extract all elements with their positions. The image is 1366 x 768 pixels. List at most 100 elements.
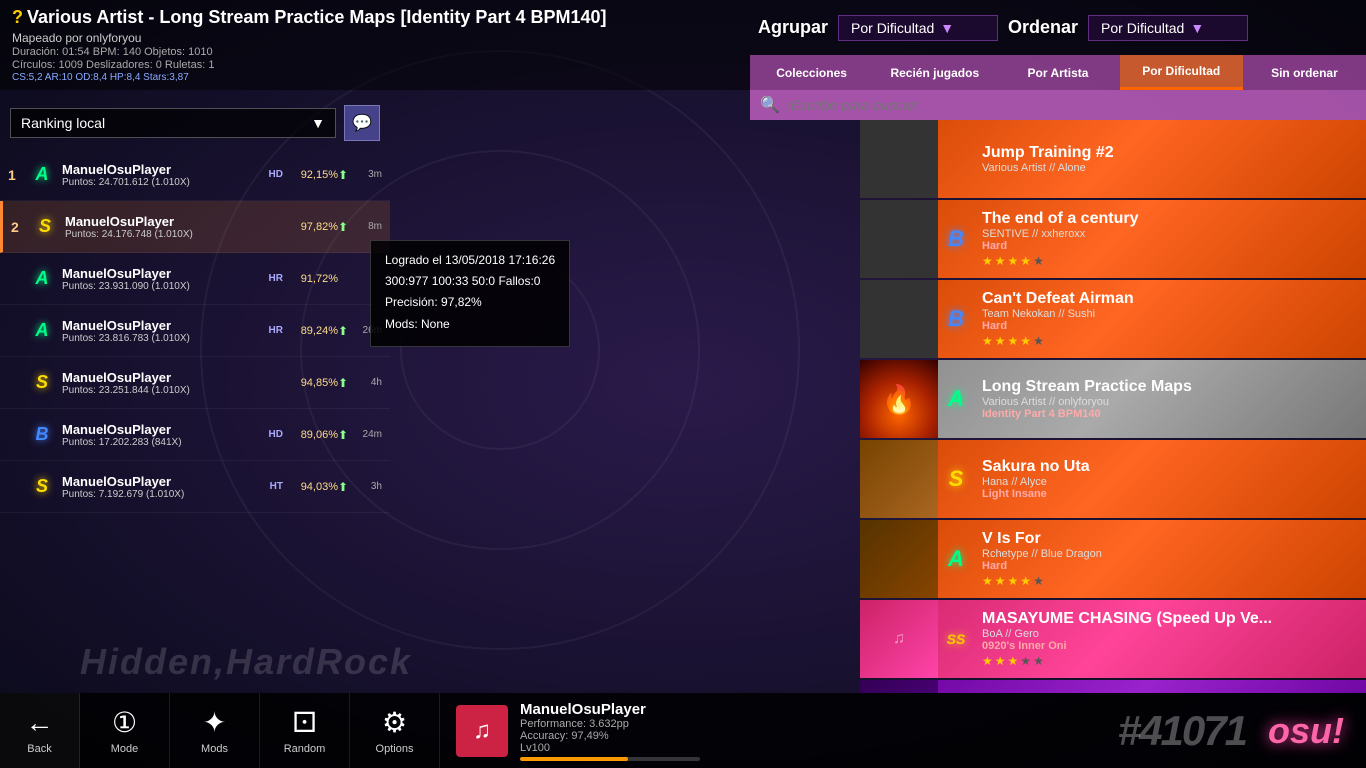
song-info: V Is For Rchetype // Blue Dragon Hard ★ …: [938, 526, 1366, 592]
lb-grade: A: [28, 164, 56, 185]
lb-time: 24m: [354, 429, 382, 440]
mode-button[interactable]: ① Mode: [80, 693, 170, 768]
list-item-active[interactable]: 🔥 A Long Stream Practice Maps Various Ar…: [860, 360, 1366, 438]
lb-acc: 91,72%: [283, 273, 338, 285]
song-artist: SENTIVE // xxheroxx: [982, 228, 1358, 240]
lb-score: Puntos: 24.176.748 (1.010X): [65, 229, 237, 240]
options-icon: ⚙: [382, 706, 407, 739]
lb-info: ManuelOsuPlayer Puntos: 24.176.748 (1.01…: [59, 214, 243, 240]
star-rating: ★ ★ ★ ★ ★: [982, 654, 1358, 668]
song-artist: Rchetype // Blue Dragon: [982, 548, 1358, 560]
lb-player: ManuelOsuPlayer: [62, 266, 237, 281]
mods-label: Mods: [201, 743, 228, 755]
song-list: Jump Training #2 Various Artist // Alone…: [860, 120, 1366, 693]
list-item[interactable]: ♫ SS MASAYUME CHASING (Speed Up Ve... Bo…: [860, 600, 1366, 678]
song-thumbnail: 📊: [860, 680, 938, 693]
list-item[interactable]: B The end of a century SENTIVE // xxhero…: [860, 200, 1366, 278]
song-diff: Identity Part 4 BPM140: [982, 408, 1358, 420]
search-input[interactable]: [786, 97, 1356, 113]
list-item[interactable]: 📊 Kick Me Sleeping With Sirens //: [860, 680, 1366, 693]
performance-stat: Performance: 3.632pp: [520, 718, 1102, 730]
lb-score: Puntos: 23.931.090 (1.010X): [62, 281, 237, 292]
question-mark: ?: [12, 7, 23, 27]
options-button[interactable]: ⚙ Options: [350, 693, 440, 768]
leaderboard-entry-active[interactable]: 2 S ManuelOsuPlayer Puntos: 24.176.748 (…: [0, 201, 390, 253]
lb-grade: B: [28, 424, 56, 445]
ranking-header: Ranking local ▼ 💬: [0, 100, 390, 145]
rank-badge: B: [938, 301, 974, 337]
back-label: Back: [27, 743, 51, 755]
back-button[interactable]: ← Back: [0, 693, 80, 768]
lb-mods: HD: [243, 429, 283, 440]
leaderboard-entry[interactable]: S ManuelOsuPlayer Puntos: 23.251.844 (1.…: [0, 357, 390, 409]
tab-recien-jugados[interactable]: Recién jugados: [873, 55, 996, 90]
player-info: ManuelOsuPlayer Performance: 3.632pp Acc…: [520, 701, 1102, 761]
leaderboard: 1 A ManuelOsuPlayer Puntos: 24.701.612 (…: [0, 145, 390, 517]
tab-colecciones[interactable]: Colecciones: [750, 55, 873, 90]
list-item[interactable]: Jump Training #2 Various Artist // Alone: [860, 120, 1366, 198]
tooltip-mods: Mods: None: [385, 315, 555, 334]
list-item[interactable]: S Sakura no Uta Hana // Alyce Light Insa…: [860, 440, 1366, 518]
mods-button[interactable]: ✦ Mods: [170, 693, 260, 768]
options-label: Options: [376, 743, 414, 755]
player-name: ManuelOsuPlayer: [520, 701, 1102, 718]
ranking-dropdown[interactable]: Ranking local ▼: [10, 108, 336, 138]
score-tooltip: Logrado el 13/05/2018 17:16:26 300:977 1…: [370, 240, 570, 347]
lb-acc: 94,03%: [283, 481, 338, 493]
tab-bar: Colecciones Recién jugados Por Artista P…: [750, 55, 1366, 90]
chat-icon: 💬: [352, 113, 372, 133]
leaderboard-entry[interactable]: A ManuelOsuPlayer Puntos: 23.816.783 (1.…: [0, 305, 390, 357]
song-info: The end of a century SENTIVE // xxheroxx…: [938, 206, 1366, 272]
lb-info: ManuelOsuPlayer Puntos: 17.202.283 (841X…: [56, 422, 243, 448]
leaderboard-entry[interactable]: A ManuelOsuPlayer Puntos: 23.931.090 (1.…: [0, 253, 390, 305]
lb-up-icon: ⬆: [338, 324, 354, 338]
leaderboard-entry[interactable]: 1 A ManuelOsuPlayer Puntos: 24.701.612 (…: [0, 149, 390, 201]
lb-info: ManuelOsuPlayer Puntos: 23.931.090 (1.01…: [56, 266, 243, 292]
lb-rank: 1: [8, 167, 28, 183]
leaderboard-entry[interactable]: S ManuelOsuPlayer Puntos: 7.192.679 (1.0…: [0, 461, 390, 513]
lb-acc: 89,06%: [283, 429, 338, 441]
random-button[interactable]: ⚀ Random: [260, 693, 350, 768]
list-item[interactable]: B Can't Defeat Airman Team Nekokan // Su…: [860, 280, 1366, 358]
song-name: Long Stream Practice Maps: [982, 378, 1358, 396]
list-item[interactable]: A V Is For Rchetype // Blue Dragon Hard …: [860, 520, 1366, 598]
lb-info: ManuelOsuPlayer Puntos: 24.701.612 (1.01…: [56, 162, 243, 188]
rank-badge: S: [938, 461, 974, 497]
lb-player: ManuelOsuPlayer: [62, 474, 237, 489]
sort-dropdown-arrow: ▼: [1190, 20, 1204, 36]
lb-info: ManuelOsuPlayer Puntos: 7.192.679 (1.010…: [56, 474, 243, 500]
lb-mods: HT: [243, 481, 283, 492]
song-info: Jump Training #2 Various Artist // Alone: [938, 140, 1366, 178]
tooltip-precision: Precisión: 97,82%: [385, 293, 555, 312]
lb-mods: HR: [243, 273, 283, 284]
rank-badge: A: [938, 541, 974, 577]
lb-grade: A: [28, 268, 56, 289]
leaderboard-entry[interactable]: B ManuelOsuPlayer Puntos: 17.202.283 (84…: [0, 409, 390, 461]
music-note-icon: ♫: [456, 705, 508, 757]
chat-button[interactable]: 💬: [344, 105, 380, 141]
rank-badge: A: [938, 381, 974, 417]
lb-acc: 92,15%: [283, 169, 338, 181]
song-info: Long Stream Practice Maps Various Artist…: [938, 374, 1366, 424]
lb-player: ManuelOsuPlayer: [62, 318, 237, 333]
lb-time: 4h: [354, 377, 382, 388]
star-rating: ★ ★ ★ ★ ★: [982, 334, 1358, 348]
group-dropdown[interactable]: Por Dificultad ▼: [838, 15, 998, 41]
lb-mods: HR: [243, 325, 283, 336]
search-bar[interactable]: 🔍: [750, 90, 1366, 120]
accuracy-stat: Accuracy: 97,49%: [520, 730, 1102, 742]
now-playing: ♫ ManuelOsuPlayer Performance: 3.632pp A…: [440, 701, 1118, 761]
random-label: Random: [284, 743, 326, 755]
song-artist: Hana // Alyce: [982, 476, 1358, 488]
lb-mods: HD: [243, 169, 283, 180]
tab-por-artista[interactable]: Por Artista: [996, 55, 1119, 90]
lb-player: ManuelOsuPlayer: [62, 422, 237, 437]
tooltip-date: Logrado el 13/05/2018 17:16:26: [385, 251, 555, 270]
lb-player: ManuelOsuPlayer: [65, 214, 237, 229]
sort-dropdown[interactable]: Por Dificultad ▼: [1088, 15, 1248, 41]
tab-por-dificultad[interactable]: Por Dificultad: [1120, 55, 1243, 90]
song-diff: 0920's Inner Oni: [982, 640, 1358, 652]
tab-sin-ordenar[interactable]: Sin ordenar: [1243, 55, 1366, 90]
lb-score: Puntos: 24.701.612 (1.010X): [62, 177, 237, 188]
ranking-panel: Ranking local ▼ 💬 1 A ManuelOsuPlayer Pu…: [0, 100, 390, 693]
